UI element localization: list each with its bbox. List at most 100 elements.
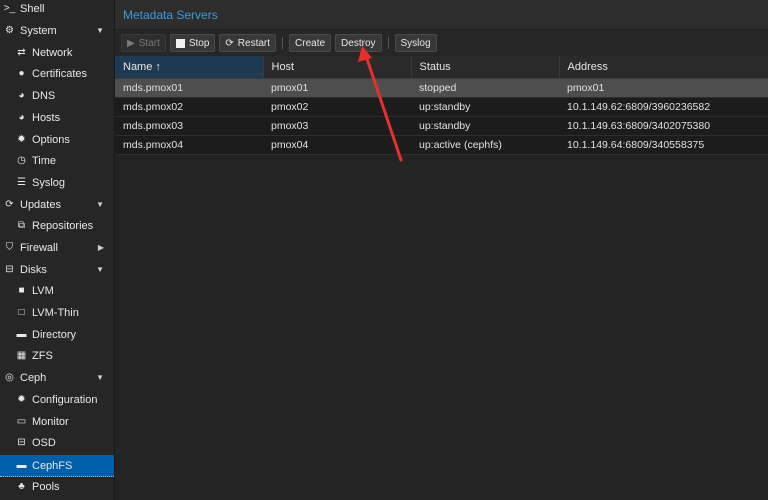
sidebar-item-monitor[interactable]: ▭ Monitor [0, 411, 114, 432]
refresh-icon: ⟳ [5, 199, 14, 210]
sidebar-item-updates[interactable]: ⟳ Updates ▼ [0, 194, 114, 215]
sidebar-item-label: Options [32, 133, 70, 146]
sidebar-item-label: Firewall [20, 241, 58, 254]
panel-title: Metadata Servers [115, 0, 768, 30]
column-header-address[interactable]: Address [559, 56, 768, 79]
sidebar-item-label: Configuration [32, 393, 98, 406]
cell-status: up:active (cephfs) [411, 135, 559, 155]
cell-name: mds.pmox04 [115, 135, 263, 155]
sidebar-item-osd[interactable]: ⊟ OSD [0, 432, 114, 453]
sidebar-item-label: Repositories [32, 219, 94, 232]
sidebar-item-label: System [20, 24, 57, 37]
refresh-icon: ⟳ [225, 37, 234, 49]
sidebar-item-label: OSD [32, 436, 56, 449]
sidebar-item-label: ZFS [32, 349, 53, 362]
hdd-icon: ⊟ [5, 264, 14, 275]
globe-icon: ◕ [18, 90, 25, 101]
table-row[interactable]: mds.pmox04 pmox04 up:active (cephfs) 10.… [115, 135, 768, 155]
cell-host: pmox03 [263, 116, 411, 136]
folder-icon: ▬ [16, 329, 27, 340]
sidebar-item-directory[interactable]: ▬ Directory [0, 324, 114, 345]
main-panel: Metadata Servers ▶ Start Stop ⟳ Restart Cr… [115, 0, 768, 500]
sidebar-item-disks[interactable]: ⊟ Disks ▼ [0, 259, 114, 280]
certificate-icon: ● [18, 68, 25, 79]
chevron-right-icon[interactable]: ▶ [98, 243, 104, 252]
sidebar-item-dns[interactable]: ◕ DNS [0, 85, 114, 106]
sidebar-item-label: Pools [32, 480, 60, 493]
mds-table: Name ↑ Host Status Address mds.pmox01 pm… [115, 56, 768, 155]
sidebar-item-network[interactable]: ⇄ Network [0, 42, 114, 63]
sidebar-item-configuration[interactable]: ✹ Configuration [0, 389, 114, 410]
globe-icon: ◕ [18, 112, 25, 123]
sidebar-item-label: Disks [20, 263, 47, 276]
column-header-status[interactable]: Status [411, 56, 560, 79]
sidebar-item-label: LVM-Thin [32, 306, 79, 319]
cell-name: mds.pmox01 [115, 78, 263, 98]
sidebar-item-shell[interactable]: >_ Shell [0, 0, 114, 19]
restart-button[interactable]: ⟳ Restart [219, 34, 277, 52]
clock-icon: ◷ [17, 155, 26, 166]
sidebar-item-label: Directory [32, 328, 77, 341]
sidebar-item-system[interactable]: ⚙ System ▼ [0, 20, 114, 41]
sidebar-item-options[interactable]: ✹ Options [0, 129, 114, 150]
hdd-icon: ⊟ [17, 437, 26, 448]
cell-host: pmox02 [263, 97, 411, 117]
sitemap-icon: ♣ [18, 481, 25, 492]
cell-address: 10.1.149.64:6809/340558375 [559, 135, 768, 155]
sidebar-item-label: Ceph [20, 371, 47, 384]
cell-status: stopped [411, 78, 559, 98]
table-row[interactable]: mds.pmox02 pmox02 up:standby 10.1.149.62… [115, 97, 768, 117]
cell-name: mds.pmox02 [115, 97, 263, 117]
chevron-down-icon[interactable]: ▼ [96, 200, 104, 209]
desktop-icon: ▭ [16, 416, 27, 427]
sidebar-item-lvm-thin[interactable]: □ LVM-Thin [0, 302, 114, 323]
syslog-button[interactable]: Syslog [394, 34, 437, 52]
sidebar-item-cephfs[interactable]: ▬ CephFS [0, 455, 114, 477]
sidebar-item-label: Certificates [32, 67, 88, 80]
cell-address: pmox01 [559, 78, 768, 98]
sidebar-item-firewall[interactable]: ⛉ Firewall ▶ [0, 237, 114, 258]
th-large-icon: ▦ [16, 350, 27, 361]
column-header-name[interactable]: Name ↑ [115, 56, 264, 79]
cell-host: pmox01 [263, 78, 411, 98]
sidebar-item-label: Updates [20, 198, 61, 211]
destroy-button[interactable]: Destroy [335, 34, 382, 52]
sidebar-item-label: Shell [20, 2, 45, 15]
square-outline-icon: □ [18, 307, 25, 318]
folder-icon: ▬ [16, 460, 27, 471]
toolbar-separator [387, 37, 389, 49]
cell-name: mds.pmox03 [115, 116, 263, 136]
chevron-down-icon[interactable]: ▼ [96, 265, 104, 274]
cell-address: 10.1.149.62:6809/3960236582 [559, 97, 768, 117]
ceph-icon: ◎ [5, 372, 14, 383]
cell-status: up:standby [411, 97, 559, 117]
sidebar-item-repositories[interactable]: ⧉ Repositories [0, 215, 114, 236]
sidebar-item-label: Hosts [32, 111, 61, 124]
stop-button[interactable]: Stop [169, 34, 216, 52]
cell-address: 10.1.149.63:6809/3402075380 [559, 116, 768, 136]
sidebar-item-label: LVM [32, 284, 54, 297]
sidebar-item-label: CephFS [32, 459, 73, 472]
toolbar: ▶ Start Stop ⟳ Restart Create Destroy Sysl… [115, 30, 768, 56]
sidebar-item-zfs[interactable]: ▦ ZFS [0, 345, 114, 366]
sidebar-item-time[interactable]: ◷ Time [0, 150, 114, 171]
table-row[interactable]: mds.pmox01 pmox01 stopped pmox01 [115, 78, 768, 98]
sidebar-item-label: DNS [32, 89, 56, 102]
cell-host: pmox04 [263, 135, 411, 155]
sidebar-item-lvm[interactable]: ■ LVM [0, 280, 114, 301]
sidebar-item-hosts[interactable]: ◕ Hosts [0, 107, 114, 128]
create-button[interactable]: Create [289, 34, 332, 52]
exchange-icon: ⇄ [17, 47, 26, 58]
table-row[interactable]: mds.pmox03 pmox03 up:standby 10.1.149.63… [115, 116, 768, 136]
chevron-down-icon[interactable]: ▼ [96, 26, 104, 35]
sidebar-item-ceph[interactable]: ◎ Ceph ▼ [0, 367, 114, 388]
sidebar-item-syslog[interactable]: ☰ Syslog [0, 172, 114, 193]
start-button[interactable]: ▶ Start [121, 34, 166, 52]
files-icon: ⧉ [17, 220, 26, 231]
list-icon: ☰ [17, 177, 26, 188]
sidebar-item-pools[interactable]: ♣ Pools [0, 476, 114, 497]
chevron-down-icon[interactable]: ▼ [96, 373, 104, 382]
gears-icon: ⚙ [5, 25, 14, 36]
column-header-host[interactable]: Host [263, 56, 412, 79]
sidebar-item-certificates[interactable]: ● Certificates [0, 63, 114, 84]
